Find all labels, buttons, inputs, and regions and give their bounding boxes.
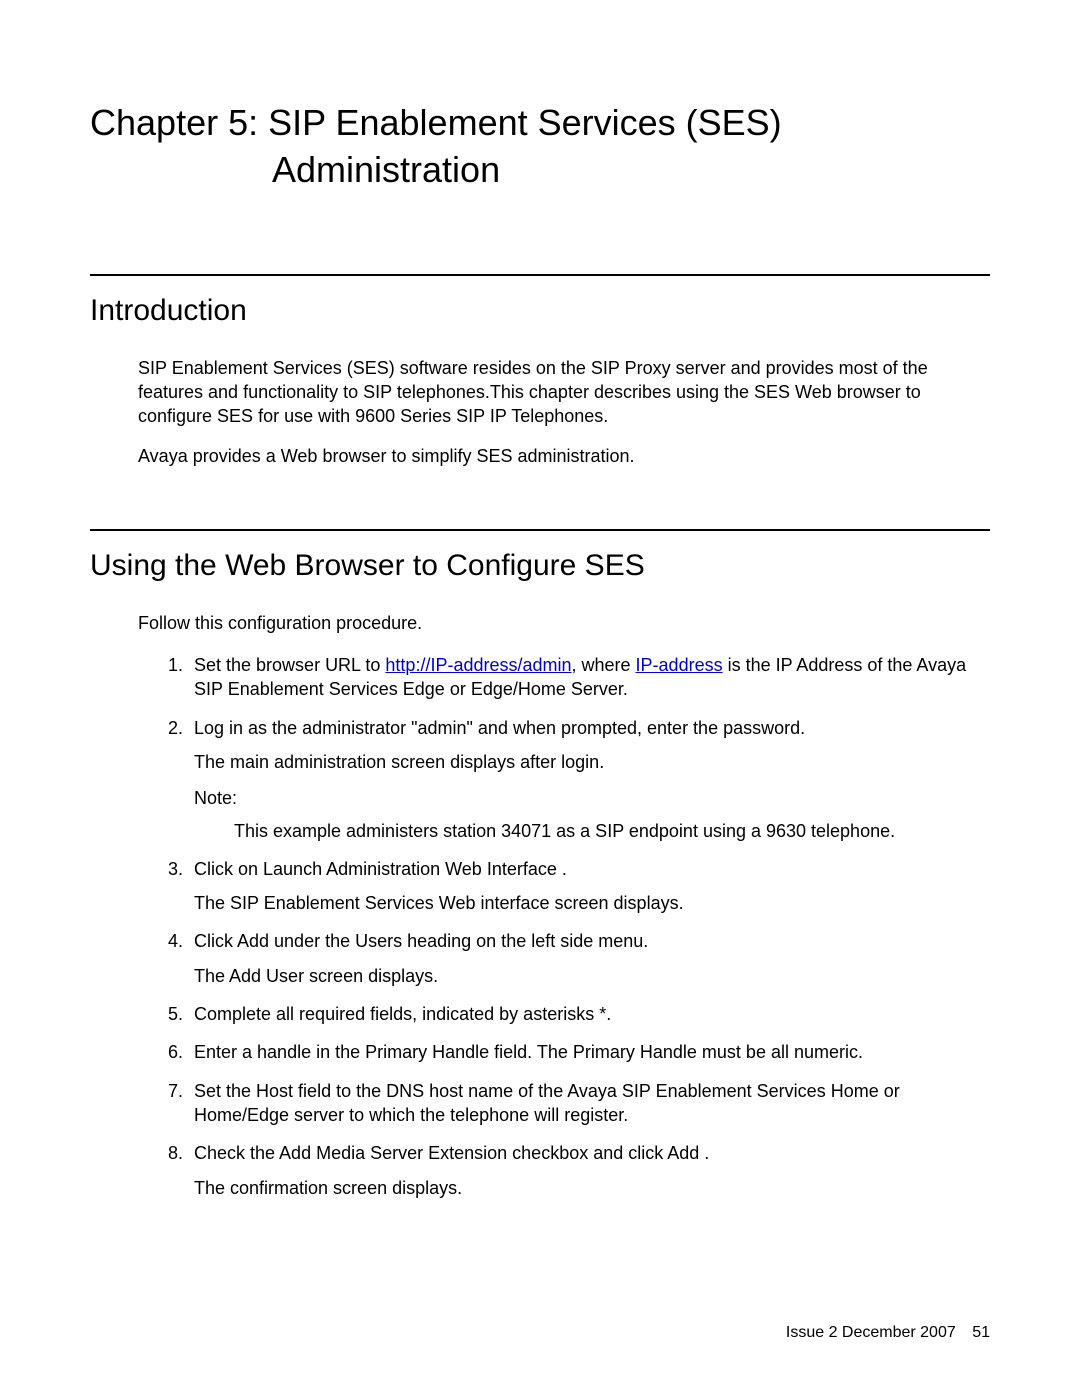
step-2: Log in as the administrator "admin" and … (168, 716, 990, 843)
step-4-text: Click Add under the Users heading on the… (194, 931, 648, 951)
step-3-sub: The SIP Enablement Services Web interfac… (194, 891, 990, 915)
chapter-title: Chapter 5: SIP Enablement Services (SES)… (90, 100, 990, 194)
section-introduction: Introduction SIP Enablement Services (SE… (90, 274, 990, 469)
step-4-sub: The Add User screen displays. (194, 964, 990, 988)
note-body: This example administers station 34071 a… (234, 819, 910, 843)
url-link[interactable]: http://IP-address/admin (385, 655, 571, 675)
procedure-intro: Follow this configuration procedure. (138, 611, 990, 635)
ip-address-link[interactable]: IP-address (636, 655, 723, 675)
step-6-text: Enter a handle in the Primary Handle fie… (194, 1042, 863, 1062)
step-5: Complete all required fields, indicated … (168, 1002, 990, 1026)
step-1-text-mid: , where (572, 655, 636, 675)
step-8-text: Check the Add Media Server Extension che… (194, 1143, 709, 1163)
intro-paragraph-2: Avaya provides a Web browser to simplify… (138, 444, 990, 468)
step-2-sub: The main administration screen displays … (194, 750, 990, 774)
note-label: Note: (194, 786, 990, 810)
step-7-text: Set the Host field to the DNS host name … (194, 1081, 900, 1125)
intro-paragraph-1: SIP Enablement Services (SES) software r… (138, 356, 990, 429)
step-3: Click on Launch Administration Web Inter… (168, 857, 990, 916)
step-3-text: Click on Launch Administration Web Inter… (194, 859, 567, 879)
section-rule (90, 274, 990, 276)
chapter-title-line1: Chapter 5: SIP Enablement Services (SES) (90, 100, 990, 147)
step-1-text-pre: Set the browser URL to (194, 655, 385, 675)
step-5-text: Complete all required fields, indicated … (194, 1004, 611, 1024)
chapter-title-line2: Administration (90, 147, 990, 194)
step-8-sub: The confirmation screen displays. (194, 1176, 990, 1200)
step-2-text: Log in as the administrator "admin" and … (194, 718, 805, 738)
step-8: Check the Add Media Server Extension che… (168, 1141, 990, 1200)
section-rule (90, 529, 990, 531)
section-configure-ses: Using the Web Browser to Configure SES F… (90, 529, 990, 1200)
footer-issue: Issue 2 December 2007 (786, 1324, 956, 1341)
page-footer: Issue 2 December 2007 51 (786, 1324, 990, 1342)
step-4: Click Add under the Users heading on the… (168, 929, 990, 988)
procedure-list: Set the browser URL to http://IP-address… (168, 653, 990, 1200)
document-page: Chapter 5: SIP Enablement Services (SES)… (0, 0, 1080, 1397)
step-6: Enter a handle in the Primary Handle fie… (168, 1040, 990, 1064)
step-7: Set the Host field to the DNS host name … (168, 1079, 990, 1128)
section-heading-configure: Using the Web Browser to Configure SES (90, 549, 990, 583)
step-1: Set the browser URL to http://IP-address… (168, 653, 990, 702)
footer-page-number: 51 (972, 1324, 990, 1341)
section-heading-introduction: Introduction (90, 294, 990, 328)
